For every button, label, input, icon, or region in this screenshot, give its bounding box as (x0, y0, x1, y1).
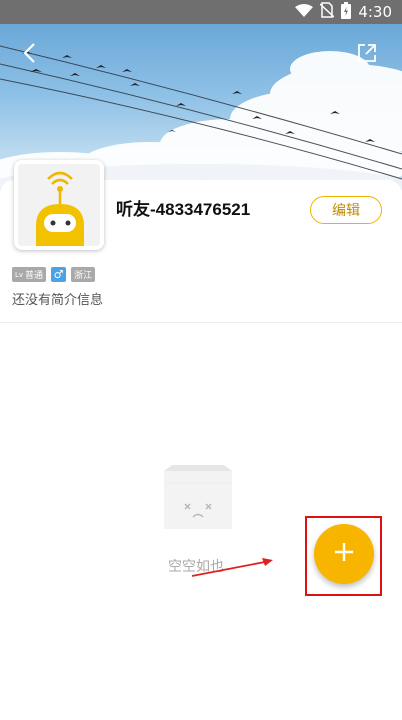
level-text: 普通 (25, 271, 44, 281)
level-prefix: Lv (15, 270, 24, 279)
username: 听友-4833476521 (116, 200, 251, 219)
add-button[interactable] (314, 524, 374, 584)
empty-box-icon (158, 463, 238, 533)
status-time: 4:30 (358, 3, 392, 21)
region-badge: 浙江 (71, 267, 96, 282)
no-sim-icon (319, 2, 335, 22)
share-icon (356, 42, 378, 68)
share-button[interactable] (352, 40, 382, 70)
battery-icon (341, 1, 352, 23)
avatar[interactable] (14, 160, 104, 250)
level-badge: Lv 普通 (12, 267, 47, 282)
male-gender-icon: ♂ (51, 267, 67, 282)
mascot-avatar-image (18, 164, 100, 246)
status-bar: 4:30 (0, 0, 402, 24)
chevron-left-icon (22, 42, 36, 68)
annotation-arrow-icon (190, 555, 280, 583)
divider (0, 322, 402, 323)
edit-profile-button[interactable]: 编辑 (310, 196, 382, 224)
wifi-icon (295, 3, 314, 22)
back-button[interactable] (14, 40, 44, 70)
badge-row: Lv 普通 ♂ 浙江 (12, 267, 96, 282)
plus-icon (333, 541, 355, 567)
bio-text: 还没有简介信息 (12, 293, 104, 308)
